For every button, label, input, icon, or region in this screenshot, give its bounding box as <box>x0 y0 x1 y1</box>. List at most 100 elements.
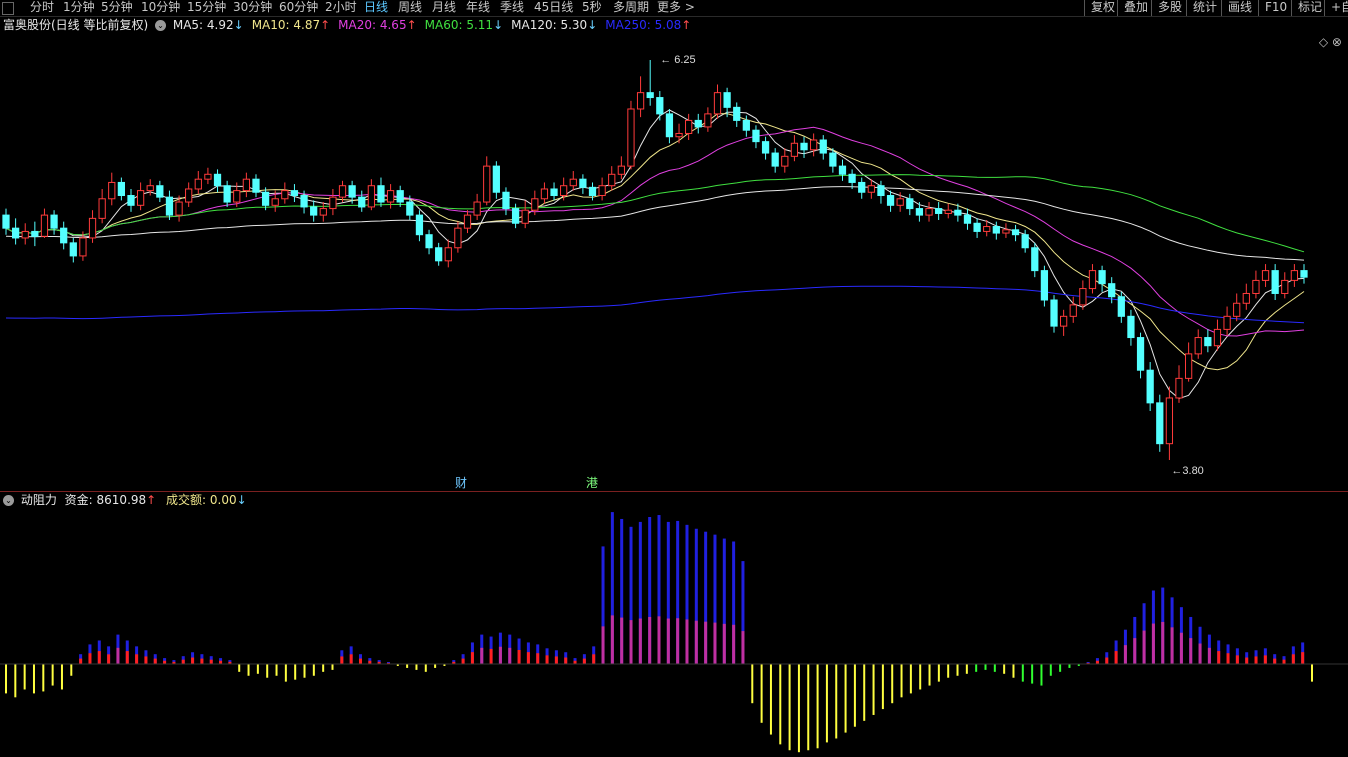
force-bar <box>1189 638 1193 664</box>
tab-12[interactable]: 季线 <box>500 0 524 15</box>
candle-body <box>377 185 385 203</box>
force-bar <box>722 623 726 664</box>
force-bar <box>1207 647 1211 664</box>
neg-bar <box>779 664 782 745</box>
neg-bar <box>294 664 297 680</box>
ma-legend: MA5: 4.92↓ MA10: 4.87↑ MA20: 4.65↑ MA60: 5.… <box>173 18 700 32</box>
neg-bar <box>5 664 7 694</box>
ma-arrow: ↓ <box>493 18 504 32</box>
tab-7[interactable]: 2小时 <box>325 0 357 15</box>
candle-body <box>1223 315 1231 330</box>
candle-body <box>88 217 97 239</box>
candle-body <box>588 186 597 197</box>
candle-body <box>1108 283 1116 298</box>
neg-bar <box>322 664 325 672</box>
tab-4[interactable]: 15分钟 <box>187 0 226 15</box>
force-bar <box>1142 630 1146 664</box>
candle-body <box>117 181 126 197</box>
neg-bar <box>835 664 838 739</box>
indicator-chart[interactable] <box>0 508 1348 757</box>
candle-body <box>636 92 645 110</box>
force-bar <box>545 655 549 664</box>
candle-body <box>838 165 847 175</box>
candle-body <box>204 173 212 180</box>
force-bar <box>200 658 204 664</box>
candle-body <box>1002 229 1010 234</box>
force-bar <box>601 626 605 664</box>
collapse-toggle-icon[interactable] <box>2 2 14 15</box>
neg-bar <box>1068 664 1071 668</box>
neg-bar <box>956 664 959 676</box>
neg-bar <box>788 664 791 751</box>
tab-6[interactable]: 60分钟 <box>279 0 318 15</box>
ma-value: MA250: 5.08 <box>605 18 682 32</box>
candle-body <box>1290 270 1299 281</box>
candle-body <box>896 198 904 206</box>
right-tab-7[interactable]: +自 <box>1324 0 1348 16</box>
candle-body <box>1252 279 1260 294</box>
tab-2[interactable]: 5分钟 <box>101 0 133 15</box>
candle-body <box>338 185 347 198</box>
neg-bar <box>70 664 73 676</box>
candle-body <box>608 173 616 187</box>
ma-arrow: ↓ <box>587 18 598 32</box>
candle-body <box>1233 302 1241 317</box>
candle-body <box>463 214 472 229</box>
force-bar <box>153 658 157 664</box>
right-tab-0[interactable]: 复权 <box>1084 0 1115 16</box>
tab-1[interactable]: 1分钟 <box>63 0 95 15</box>
dropdown-circle-icon[interactable]: ⌄ <box>155 20 167 31</box>
dropdown-circle-icon[interactable]: ⌄ <box>3 495 14 506</box>
candle-body <box>1040 270 1049 301</box>
candlestick-chart[interactable]: ← 6.25 ←3.80 <box>0 34 1348 491</box>
candle-body <box>665 113 674 138</box>
tab-11[interactable]: 年线 <box>466 0 490 15</box>
neg-bar <box>872 664 875 715</box>
tab-10[interactable]: 月线 <box>432 0 456 15</box>
candle-body <box>358 196 366 208</box>
candle-body <box>454 227 462 249</box>
tab-16[interactable]: 更多 > <box>657 0 695 15</box>
tab-14[interactable]: 5秒 <box>582 0 602 15</box>
candle-body <box>742 119 750 131</box>
tab-0[interactable]: 分时 <box>30 0 54 15</box>
candle-body <box>598 185 606 197</box>
force-bar <box>498 646 502 664</box>
right-tab-6[interactable]: 标记 <box>1291 0 1322 16</box>
right-tab-3[interactable]: 统计 <box>1186 0 1217 16</box>
neg-bar <box>415 664 418 670</box>
force-bar <box>694 620 698 664</box>
force-bar <box>1263 655 1267 664</box>
neg-bar <box>406 664 409 668</box>
force-bar <box>1133 638 1137 664</box>
right-tab-4[interactable]: 画线 <box>1221 0 1252 16</box>
candle-body <box>415 214 424 236</box>
neg-bar <box>1049 664 1052 676</box>
force-bar <box>741 631 745 664</box>
neg-bar <box>975 664 978 672</box>
right-tab-2[interactable]: 多股 <box>1151 0 1182 16</box>
event-gang[interactable]: 港 <box>586 476 598 490</box>
tab-8[interactable]: 日线 <box>364 0 388 15</box>
tab-5[interactable]: 30分钟 <box>233 0 272 15</box>
force-bar <box>1179 632 1183 664</box>
force-bar <box>732 624 736 664</box>
tab-9[interactable]: 周线 <box>398 0 422 15</box>
neg-bar <box>919 664 922 690</box>
candle-body <box>829 152 837 167</box>
force-bar <box>144 656 148 664</box>
candle-body <box>386 190 395 203</box>
force-bar <box>470 652 474 664</box>
tab-3[interactable]: 10分钟 <box>141 0 180 15</box>
tab-13[interactable]: 45日线 <box>534 0 573 15</box>
indicator-name: 动阻力 <box>20 493 57 507</box>
candle-body <box>761 141 770 154</box>
volume-label: 成交额: 0.00 <box>166 493 237 507</box>
candle-body <box>1175 377 1183 399</box>
force-bar <box>676 618 680 664</box>
right-tab-1[interactable]: 叠加 <box>1117 0 1148 16</box>
right-tab-5[interactable]: F10 <box>1258 0 1287 16</box>
neg-bar <box>331 664 334 670</box>
event-cai[interactable]: 财 <box>455 476 467 490</box>
tab-15[interactable]: 多周期 <box>613 0 649 15</box>
